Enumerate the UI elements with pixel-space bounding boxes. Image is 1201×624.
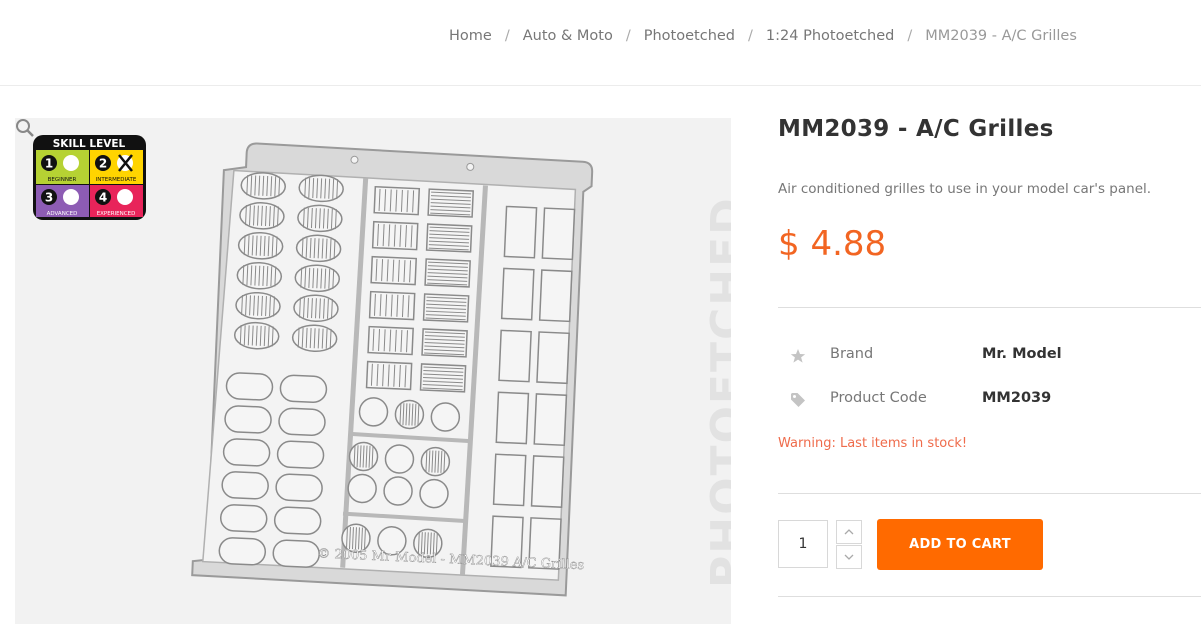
breadcrumb-current: MM2039 - A/C Grilles [925, 28, 1077, 44]
chevron-up-icon [844, 529, 854, 535]
divider [778, 307, 1201, 308]
divider [778, 596, 1201, 597]
fret-part [533, 393, 568, 447]
breadcrumb-separator: / [504, 28, 510, 44]
fret-part [530, 455, 565, 508]
skill-level-title: SKILL LEVEL [53, 138, 126, 150]
fret-part [495, 391, 530, 445]
skill-level-badge: SKILL LEVEL 1 2 3 4 BEGINNER INTERMEDIAT… [33, 135, 146, 220]
photoetch-fret-illustration: PHOTOETCHED © 2005 Mr Model - MM2039 A/C… [33, 135, 731, 597]
fret-part [275, 473, 323, 502]
fret-part [276, 440, 325, 469]
fret-part [541, 207, 576, 261]
skill-number-2: 2 [99, 157, 107, 171]
fret-part [500, 267, 535, 321]
brand-value: Mr. Model [982, 346, 1062, 362]
breadcrumb-photoetched[interactable]: Photoetched [644, 28, 735, 44]
fret-part [383, 476, 413, 506]
breadcrumb-separator: / [907, 28, 913, 44]
product-description: Air conditioned grilles to use in your m… [778, 181, 1152, 197]
skill-number-1: 1 [45, 157, 53, 171]
fret-part [538, 269, 573, 323]
skill-intermediate-label: INTERMEDIATE [96, 177, 137, 183]
breadcrumb-1-24-photoetched[interactable]: 1:24 Photoetched [766, 28, 894, 44]
product-image[interactable]: PHOTOETCHED © 2005 Mr Model - MM2039 A/C… [15, 118, 731, 624]
quantity-increase-button[interactable] [836, 520, 862, 544]
tag-icon [791, 393, 805, 407]
fret-part [419, 478, 449, 509]
fret-part [358, 397, 389, 427]
product-code-label: Product Code [830, 390, 927, 406]
fret-part [278, 407, 326, 436]
breadcrumb-home[interactable]: Home [449, 28, 492, 44]
breadcrumb-auto-moto[interactable]: Auto & Moto [523, 28, 613, 44]
quantity-input[interactable] [778, 520, 828, 568]
breadcrumb-separator: / [748, 28, 753, 44]
fret-part [503, 205, 538, 259]
breadcrumb: Home / Auto & Moto / Photoetched / 1:24 Photoe… [449, 28, 1077, 44]
skill-number-3: 3 [45, 191, 53, 205]
quantity-decrease-button[interactable] [836, 545, 862, 569]
skill-number-4: 4 [99, 191, 107, 205]
fret-part [218, 537, 267, 566]
fret-part [347, 473, 377, 504]
fret-part [219, 504, 268, 533]
fret-part [224, 405, 272, 434]
fret-part [430, 402, 461, 432]
fret-part [279, 374, 328, 403]
stock-warning: Warning: Last items in stock! [778, 436, 968, 451]
product-price: $ 4.88 [778, 224, 887, 264]
header-divider [0, 85, 1201, 86]
skill-beginner-label: BEGINNER [48, 177, 77, 183]
chevron-down-icon [844, 554, 854, 560]
attribute-row-product-code: Product Code MM2039 [778, 388, 1201, 412]
watermark-text: PHOTOETCHED [702, 196, 731, 588]
fret-part [384, 444, 415, 474]
zoom-icon[interactable] [15, 118, 35, 138]
add-to-cart-button[interactable]: ADD TO CART [877, 519, 1043, 570]
skill-experienced-label: EXPERIENCED [97, 211, 136, 217]
fret-part [536, 331, 570, 385]
fret-part [498, 329, 532, 383]
skill-advanced-label: ADVANCED [47, 211, 78, 217]
divider [778, 493, 1201, 494]
brand-label: Brand [830, 346, 874, 362]
fret-part [272, 539, 320, 568]
star-icon [790, 349, 806, 363]
product-code-value: MM2039 [982, 390, 1052, 406]
product-title: MM2039 - A/C Grilles [778, 116, 1054, 142]
fret-part [492, 453, 527, 507]
fret-part [225, 372, 274, 401]
fret-part [221, 471, 269, 500]
fret-part [222, 438, 271, 467]
breadcrumb-separator: / [625, 28, 631, 44]
attribute-row-brand: Brand Mr. Model [778, 344, 1201, 368]
fret-part [273, 506, 322, 535]
fret-frame: © 2005 Mr Model - MM2039 A/C Grilles [191, 142, 594, 597]
